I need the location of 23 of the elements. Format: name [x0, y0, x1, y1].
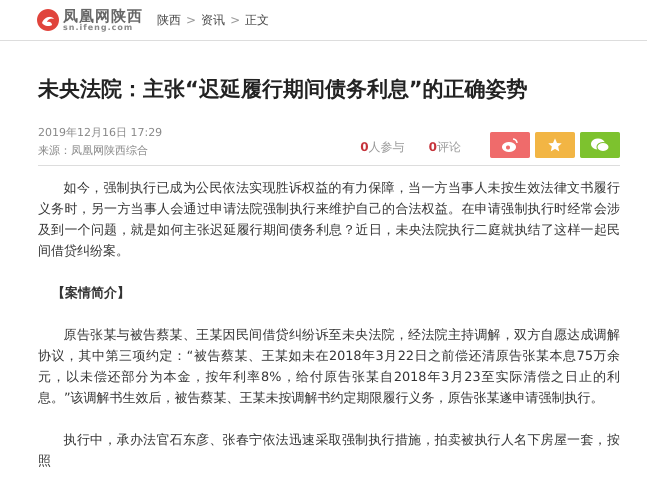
breadcrumb-separator: > — [230, 13, 240, 27]
article-source: 来源：凤凰网陕西综合 — [38, 143, 149, 158]
breadcrumb-link[interactable]: 陕西 — [157, 12, 181, 28]
site-url: sn.ifeng.com — [63, 24, 134, 32]
logo-icon — [36, 8, 60, 32]
breadcrumb-current: 正文 — [245, 12, 270, 28]
share-button[interactable] — [490, 132, 530, 158]
chat-bubbles-icon — [590, 137, 610, 153]
article-paragraph: 执行中，承办法官石东彦、张春宁依法迅速采取强制执行措施，拍卖被执行人名下房屋一套，按照 — [38, 432, 620, 471]
favorite-button[interactable] — [535, 132, 575, 158]
star-icon — [547, 137, 563, 153]
weibo-icon — [501, 137, 519, 153]
breadcrumb-separator: > — [186, 13, 196, 27]
section-heading: 【案情简介】 — [51, 284, 131, 303]
publish-date: 2019年12月16日 17:29 — [38, 125, 164, 140]
stat-count: 0评论 — [428, 139, 461, 156]
stat-count: 0人参与 — [360, 139, 405, 156]
article-title: 未央法院：主张“迟延履行期间债务利息”的正确姿势 — [38, 76, 529, 103]
breadcrumb-link[interactable]: 资讯 — [201, 12, 226, 28]
article-paragraph: 如今，强制执行已成为公民依法实现胜诉权益的有力保障，当一方当事人未按生效法律文书履行义务时，另一方当事人会通过申请法院强制执行来维护自己的合法权益。在申请强制执行时经常会涉及到一个问题，就是如何主张迟延履行期间债务利息？近日，未央法院执行二庭就执结了这样一起民间借贷纠纷案。 — [38, 180, 620, 261]
share-button[interactable] — [580, 132, 620, 158]
site-name: 凤凰网陕西 — [63, 8, 143, 24]
article-paragraph: 原告张某与被告蔡某、王某因民间借贷纠纷诉至未央法院，经法院主持调解，双方自愿达成调解协议，其中第三项约定：“被告蔡某、王某如未在2018年3月22日之前偿还清原告张某本息75万余元，以未偿还部分为本金，按年利率8%，给付原告张某自2018年3月23至实际清偿之日止的利息。”该调解书生效后，被告蔡某、王某未按调解书约定期限履行义务，原告张某遂申请强制执行。 — [38, 327, 620, 408]
